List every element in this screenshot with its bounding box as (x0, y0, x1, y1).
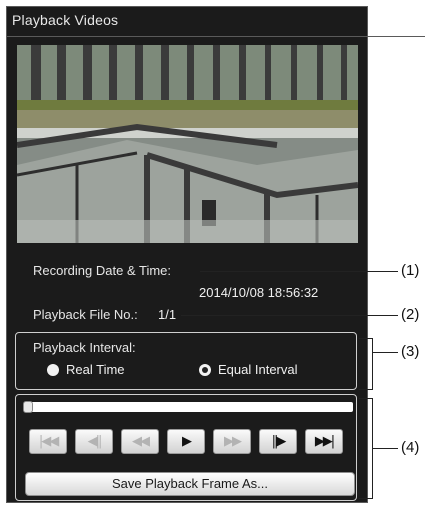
skip-to-end-button[interactable]: ▶▶| (305, 429, 343, 454)
callout-2-line (181, 315, 398, 316)
real-time-label: Real Time (66, 362, 125, 377)
callout-3-bracket (372, 338, 373, 390)
callout-1-line (200, 271, 398, 272)
save-playback-frame-button[interactable]: Save Playback Frame As... (25, 472, 355, 496)
play-icon: ▶ (182, 434, 192, 449)
step-forward-button[interactable]: ||▶ (259, 429, 297, 454)
fast-forward-button[interactable]: ▶▶ (213, 429, 251, 454)
skip-to-end-icon: ▶▶| (314, 434, 335, 449)
playback-file-label: Playback File No.: (33, 307, 138, 322)
skip-to-start-icon: |◀◀ (38, 434, 59, 449)
callout-3-bracket-top (359, 338, 373, 339)
callout-3-line (372, 352, 398, 353)
radio-selected-dot-icon (199, 363, 211, 376)
play-button[interactable]: ▶ (167, 429, 205, 454)
seek-handle[interactable] (23, 401, 33, 413)
video-frame (17, 45, 358, 243)
callout-1-label: (1) (401, 262, 420, 279)
seek-bar[interactable] (27, 402, 353, 412)
rewind-button[interactable]: ◀◀ (121, 429, 159, 454)
rewind-icon: ◀◀ (132, 434, 150, 449)
step-back-button[interactable]: ◀|| (75, 429, 113, 454)
equal-interval-label: Equal Interval (218, 362, 298, 377)
callout-3-label: (3) (401, 343, 420, 360)
callout-2-label: (2) (401, 306, 420, 323)
callout-4-bracket-top (359, 398, 373, 399)
callout-4-bracket-bottom (359, 498, 373, 499)
skip-to-start-button[interactable]: |◀◀ (29, 429, 67, 454)
equal-interval-radio[interactable]: Equal Interval (199, 362, 298, 377)
recording-datetime-value: 2014/10/08 18:56:32 (199, 285, 319, 300)
step-forward-icon: ||▶ (271, 434, 287, 449)
panel-title: Playback Videos (12, 12, 119, 28)
playback-interval-legend: Playback Interval: (33, 340, 136, 355)
step-back-icon: ◀|| (87, 434, 103, 449)
playback-file-value: 1/1 (158, 307, 177, 322)
title-divider (6, 36, 425, 37)
fast-forward-icon: ▶▶ (224, 434, 242, 449)
callout-4-line (372, 448, 398, 449)
real-time-radio[interactable]: Real Time (47, 362, 125, 377)
callout-4-label: (4) (401, 439, 420, 456)
radio-dot-icon (47, 363, 59, 376)
recording-datetime-label: Recording Date & Time: (33, 263, 172, 278)
callout-3-bracket-bottom (359, 389, 373, 390)
